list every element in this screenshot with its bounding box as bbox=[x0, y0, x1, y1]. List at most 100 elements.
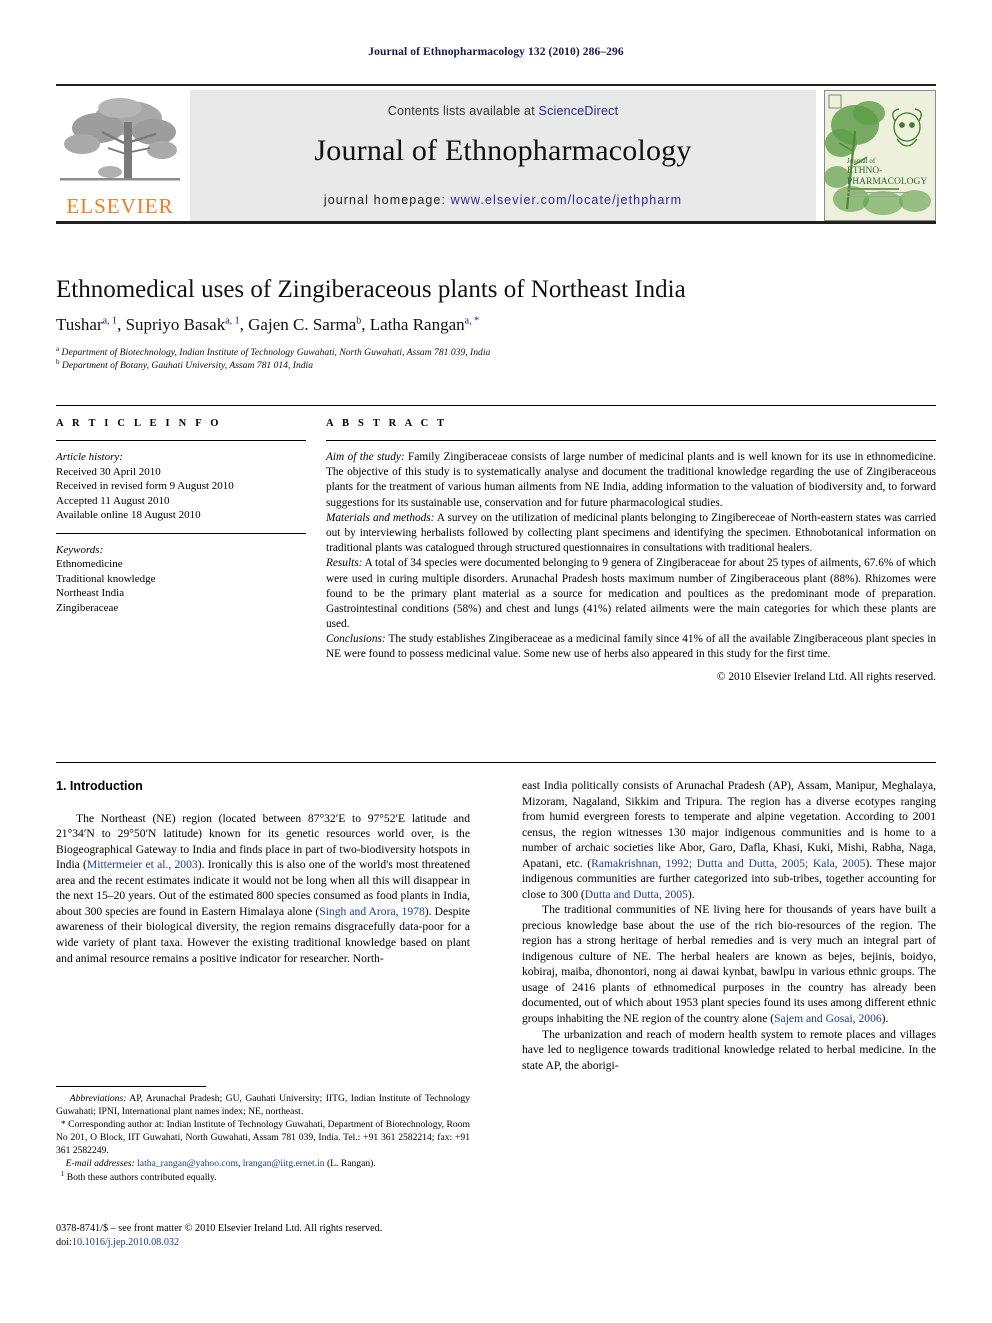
paragraph-text: The urbanization and reach of modern hea… bbox=[522, 1027, 936, 1072]
corresponding-text: Corresponding author at: Indian Institut… bbox=[56, 1119, 470, 1157]
contents-available-line: Contents lists available at ScienceDirec… bbox=[190, 104, 816, 118]
contents-prefix: Contents lists available at bbox=[387, 104, 539, 118]
history-item: Received in revised form 9 August 2010 bbox=[56, 480, 234, 493]
email-label: E-mail addresses: bbox=[65, 1158, 135, 1170]
journal-masthead: ELSEVIER Contents lists available at Sci… bbox=[56, 84, 936, 224]
affiliation-mark: b bbox=[56, 358, 60, 366]
paragraph-text: ). bbox=[687, 887, 695, 901]
abstract-section-label: Materials and methods: bbox=[326, 511, 435, 524]
article-title: Ethnomedical uses of Zingiberaceous plan… bbox=[56, 276, 686, 303]
abstract-section-aim: Aim of the study: Family Zingiberaceae c… bbox=[326, 450, 936, 511]
abstract-section-methods: Materials and methods: A survey on the u… bbox=[326, 511, 936, 557]
abstract-section-label: Results: bbox=[326, 557, 363, 570]
abstract-section-label: Aim of the study: bbox=[326, 451, 405, 463]
citation-link[interactable]: Dutta and Dutta, 2005 bbox=[585, 888, 688, 901]
intro-paragraph-right-2: The traditional communities of NE living… bbox=[522, 902, 936, 1026]
body-column-left: 1. Introduction The Northeast (NE) regio… bbox=[56, 778, 470, 966]
paragraph-text: The traditional communities of NE living… bbox=[522, 903, 936, 1025]
author-name: Tushar bbox=[56, 315, 103, 334]
sciencedirect-link[interactable]: ScienceDirect bbox=[539, 104, 619, 118]
abstract-section-text: The study establishes Zingiberaceae as a… bbox=[326, 633, 936, 661]
abstract-section-text: Family Zingiberaceae consists of large n… bbox=[326, 451, 936, 509]
footnote-abbreviations: Abbreviations: AP, Arunachal Pradesh; GU… bbox=[56, 1092, 470, 1118]
abbreviations-label: Abbreviations: bbox=[69, 1093, 127, 1104]
author-marks: a, * bbox=[464, 315, 480, 327]
abstract-section-text: A total of 34 species were documented be… bbox=[326, 557, 936, 631]
abstract-rule bbox=[326, 440, 936, 441]
footnote-block: Abbreviations: AP, Arunachal Pradesh; GU… bbox=[56, 1092, 470, 1185]
author-name: Supriyo Basak bbox=[125, 315, 226, 334]
elsevier-logo[interactable]: ELSEVIER bbox=[56, 90, 184, 221]
email-link-1[interactable]: latha_rangan@yahoo.com bbox=[137, 1158, 238, 1169]
article-history-block: Article history: Received 30 April 2010 … bbox=[56, 450, 306, 523]
footnote-corresponding-author: * Corresponding author at: Indian Instit… bbox=[56, 1118, 470, 1157]
doi-line: doi:10.1016/j.jep.2010.08.032 bbox=[56, 1236, 486, 1250]
homepage-url-link[interactable]: www.elsevier.com/locate/jethpharm bbox=[451, 193, 683, 207]
history-item: Accepted 11 August 2010 bbox=[56, 494, 170, 507]
intro-paragraph-right-1: east India politically consists of Aruna… bbox=[522, 778, 936, 902]
keywords-rule bbox=[56, 532, 306, 534]
author-entry[interactable]: Latha Rangana, * bbox=[370, 315, 479, 334]
author-entry[interactable]: Tushara, 1 bbox=[56, 315, 117, 334]
body-column-right: east India politically consists of Aruna… bbox=[522, 778, 936, 1073]
email-link-2[interactable]: lrangan@iitg.ernet.in bbox=[243, 1158, 325, 1169]
footnote-equal-contribution: 1 Both these authors contributed equally… bbox=[56, 1170, 470, 1184]
affiliation-a: a Department of Biotechnology, Indian In… bbox=[56, 345, 756, 358]
cover-artwork: Journal of ETHNO- PHARMACOLOGY bbox=[825, 91, 935, 220]
abstract-section-conclusions: Conclusions: The study establishes Zingi… bbox=[326, 632, 936, 662]
paper-page: Journal of Ethnopharmacology 132 (2010) … bbox=[0, 0, 992, 1323]
elsevier-wordmark: ELSEVIER bbox=[66, 194, 174, 218]
article-info-rule bbox=[56, 440, 306, 441]
doi-link[interactable]: 10.1016/j.jep.2010.08.032 bbox=[72, 1237, 179, 1248]
info-bottom-rule bbox=[56, 762, 936, 763]
journal-title: Journal of Ethnopharmacology bbox=[314, 134, 692, 167]
info-top-rule bbox=[56, 405, 936, 406]
footnote-emails: E-mail addresses: latha_rangan@yahoo.com… bbox=[65, 1158, 376, 1170]
author-list: Tushara, 1, Supriyo Basaka, 1, Gajen C. … bbox=[56, 315, 480, 334]
keyword-item: Zingiberaceae bbox=[56, 601, 119, 614]
keywords-label: Keywords: bbox=[56, 543, 104, 556]
author-entry[interactable]: Supriyo Basaka, 1 bbox=[126, 315, 240, 334]
intro-paragraph-left-1: The Northeast (NE) region (located betwe… bbox=[56, 811, 470, 966]
author-entry[interactable]: Gajen C. Sarmab bbox=[248, 315, 361, 334]
section-heading-introduction: 1. Introduction bbox=[56, 779, 143, 793]
abstract-copyright: © 2010 Elsevier Ireland Ltd. All rights … bbox=[716, 670, 936, 683]
author-marks: a, 1 bbox=[225, 315, 240, 327]
imprint-block: 0378-8741/$ – see front matter © 2010 El… bbox=[56, 1222, 486, 1251]
issn-line: 0378-8741/$ – see front matter © 2010 El… bbox=[56, 1223, 383, 1234]
author-name: Gajen C. Sarma bbox=[248, 315, 357, 334]
keyword-item: Traditional knowledge bbox=[56, 572, 156, 585]
article-info-heading: A R T I C L E I N F O bbox=[56, 418, 222, 429]
svg-text:ETHNO-: ETHNO- bbox=[847, 166, 882, 176]
elsevier-tree-icon bbox=[60, 98, 180, 181]
article-history-label: Article history: bbox=[56, 451, 123, 463]
equal-text: Both these authors contributed equally. bbox=[64, 1172, 217, 1184]
abstract-column: A B S T R A C T Aim of the study: Family… bbox=[326, 418, 936, 683]
citation-link[interactable]: Sajem and Gosai, 2006 bbox=[774, 1012, 882, 1025]
citation-link[interactable]: Mittermeier et al., 2003 bbox=[87, 858, 198, 871]
affiliation-mark: a bbox=[56, 345, 60, 353]
svg-text:PHARMACOLOGY: PHARMACOLOGY bbox=[847, 177, 927, 187]
abstract-section-label: Conclusions: bbox=[326, 633, 386, 646]
doi-label: doi: bbox=[56, 1237, 72, 1249]
journal-cover-thumbnail[interactable]: Journal of ETHNO- PHARMACOLOGY bbox=[824, 90, 936, 221]
keyword-item: Ethnomedicine bbox=[56, 558, 123, 571]
affiliation-text: Department of Botany, Gauhati University… bbox=[61, 360, 314, 372]
keywords-block: Keywords: Ethnomedicine Traditional know… bbox=[56, 543, 306, 616]
author-marks: a, 1 bbox=[102, 315, 118, 327]
email-suffix: (L. Rangan). bbox=[324, 1158, 376, 1170]
history-item: Available online 18 August 2010 bbox=[56, 509, 201, 522]
footnote-rule bbox=[56, 1086, 206, 1087]
citation-link[interactable]: Singh and Arora, 1978 bbox=[319, 905, 425, 918]
author-marks: b bbox=[356, 315, 362, 327]
masthead-banner: Contents lists available at ScienceDirec… bbox=[190, 90, 816, 221]
citation-link[interactable]: Ramakrishnan, 1992; Dutta and Dutta, 200… bbox=[591, 857, 865, 870]
affiliation-b: b Department of Botany, Gauhati Universi… bbox=[56, 358, 756, 371]
abstract-heading: A B S T R A C T bbox=[326, 418, 448, 429]
intro-paragraph-right-3: The urbanization and reach of modern hea… bbox=[522, 1027, 936, 1074]
homepage-label: journal homepage: bbox=[323, 193, 447, 207]
history-item: Received 30 April 2010 bbox=[56, 465, 161, 478]
paragraph-text: ). bbox=[881, 1011, 889, 1025]
svg-text:Journal of: Journal of bbox=[847, 157, 876, 165]
abstract-section-results: Results: A total of 34 species were docu… bbox=[326, 556, 936, 632]
